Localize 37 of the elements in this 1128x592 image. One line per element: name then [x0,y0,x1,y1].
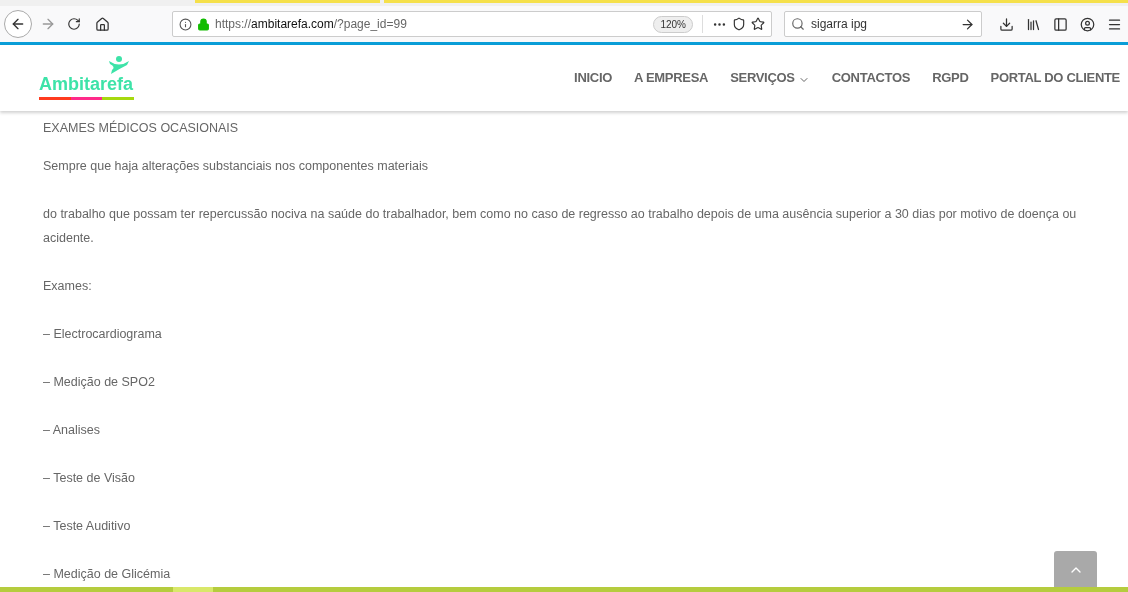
lock-icon [197,17,210,31]
bookmark-star-icon[interactable] [751,17,765,31]
body-text: Exames: [43,278,92,295]
reload-icon [67,17,81,31]
figure-icon [108,56,130,74]
download-icon[interactable] [999,16,1014,32]
body-text: – Medição de SPO2 [43,374,155,391]
body-text: Sempre que haja alterações substanciais nos componentes materiais [43,158,428,175]
logo-text: Ambitarefa [39,74,134,94]
nav-link[interactable]: RGPD [932,68,969,88]
body-text: – Electrocardiograma [43,326,162,343]
go-arrow-icon[interactable] [960,16,975,32]
library-icon[interactable] [1026,16,1041,32]
sidebar-icon[interactable] [1053,16,1068,32]
nav-link[interactable]: INICIO [574,68,613,88]
body-text: – Medição de Glicémia [43,566,171,583]
body-text: – Analises [43,422,100,439]
body-text: – Teste de Visão [43,470,135,487]
home-icon [94,16,110,32]
url-text: https://ambitarefa.com/?page_id=99 [215,16,407,33]
account-icon[interactable] [1080,16,1095,32]
nav-link[interactable]: PORTAL DO CLIENTE [990,68,1120,88]
forward-arrow-icon [40,16,56,32]
address-bar[interactable]: https://ambitarefa.com/?page_id=99 120% [172,11,772,37]
search-icon [791,17,805,31]
back-button[interactable] [4,10,32,38]
nav-link[interactable]: A EMPRESA [634,68,709,88]
info-icon [179,17,192,31]
menu-icon[interactable] [1107,16,1122,32]
body-text: – Teste Auditivo [43,518,131,535]
body-text: do trabalho que possam ter repercussão nociva na saúde do trabalhador, bem como no caso de regresso ao trabalho depois de uma ausência superior a 30 dias por motivo de doença ou acidente. [43,206,1078,247]
nav-link[interactable]: CONTACTOS [831,68,911,88]
body-text: EXAMES MÉDICOS OCASIONAIS [43,119,239,137]
zoom-badge[interactable]: 120% [653,15,693,33]
search-field[interactable]: sigarra ipg [784,11,982,37]
nav-link[interactable]: SERVIÇOS [730,68,810,88]
search-text: sigarra ipg [811,16,869,33]
